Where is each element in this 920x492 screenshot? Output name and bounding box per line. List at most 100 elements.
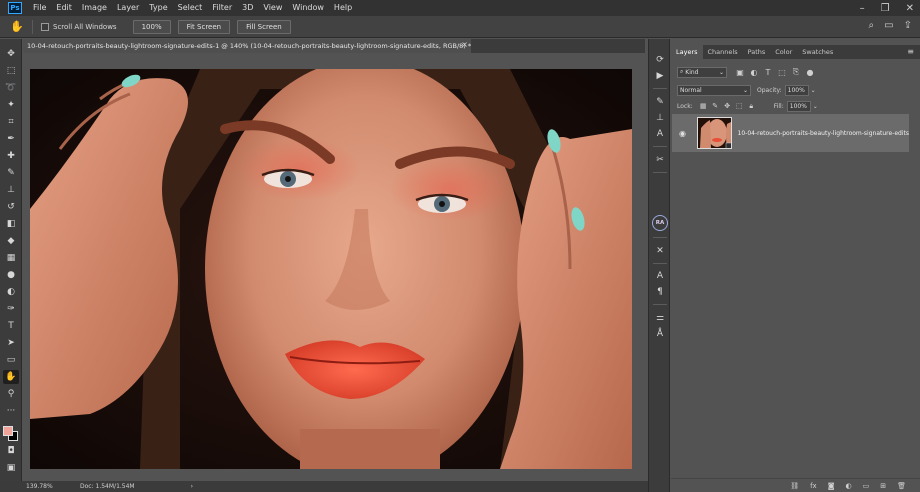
chevron-down-icon[interactable]: ⌄	[813, 103, 818, 110]
healing-icon[interactable]: ✚	[3, 149, 19, 163]
menu-view[interactable]: View	[258, 0, 287, 16]
scroll-all-windows-checkbox[interactable]	[41, 22, 49, 31]
fit-screen-button[interactable]: Fit Screen	[177, 19, 231, 34]
crop-icon[interactable]: ⌗	[3, 115, 19, 129]
menu-layer[interactable]: Layer	[112, 0, 144, 16]
mask-icon[interactable]: ◙	[828, 482, 835, 490]
tab-color[interactable]: Color	[770, 45, 797, 59]
pen-icon[interactable]: ✑	[3, 302, 19, 316]
status-menu-arrow[interactable]: ›	[191, 483, 193, 490]
layer-name[interactable]: 10-04-retouch-portraits-beauty-lightroom…	[738, 130, 909, 137]
menu-help[interactable]: Help	[329, 0, 357, 16]
document-tab[interactable]: 10-04-retouch-portraits-beauty-lightroom…	[23, 39, 471, 53]
menu-3d[interactable]: 3D	[237, 0, 258, 16]
screen-mode-icon[interactable]: ▣	[3, 461, 19, 475]
menu-select[interactable]: Select	[173, 0, 208, 16]
character-style-icon[interactable]: A	[652, 127, 668, 141]
paragraph-icon[interactable]: ¶	[652, 285, 668, 299]
adjustment-icon[interactable]: ◐	[846, 482, 852, 490]
zoom-icon[interactable]: ⚲	[3, 387, 19, 401]
adjustment-filter-icon[interactable]: ◐	[749, 67, 759, 77]
blur-icon[interactable]: ●	[3, 268, 19, 282]
tab-layers[interactable]: Layers	[671, 45, 703, 59]
link-icon[interactable]: ⛓	[790, 482, 799, 490]
group-icon[interactable]: ▭	[863, 482, 870, 490]
menu-file[interactable]: File	[28, 0, 51, 16]
tab-swatches[interactable]: Swatches	[797, 45, 838, 59]
lock-all-icon[interactable]: 🔒︎	[747, 102, 756, 111]
lasso-icon[interactable]: ➰	[3, 81, 19, 95]
move-icon[interactable]: ✥	[3, 47, 19, 61]
lock-transparent-icon[interactable]: ▦	[699, 102, 708, 111]
hand-tool-preset-icon[interactable]: ✋	[10, 20, 24, 34]
menu-window[interactable]: Window	[287, 0, 329, 16]
zoom-level[interactable]: 139.78%	[26, 483, 72, 490]
paint-bucket-icon[interactable]: ◆	[3, 234, 19, 248]
filter-toggle-icon[interactable]: ●	[805, 67, 815, 77]
eyedropper-icon[interactable]: ✒	[3, 132, 19, 146]
more-icon[interactable]: ···	[3, 404, 19, 418]
minimize-icon[interactable]: –	[860, 3, 865, 14]
tab-paths[interactable]: Paths	[743, 45, 771, 59]
kind-label: Kind	[685, 68, 699, 76]
character-icon[interactable]: A	[652, 269, 668, 283]
workspace-icon[interactable]: ▭	[884, 20, 893, 31]
foreground-color-swatch[interactable]	[3, 426, 13, 436]
path-select-icon[interactable]: ➤	[3, 336, 19, 350]
properties-icon[interactable]: ✕	[652, 244, 668, 258]
blend-mode-select[interactable]: Normal ⌄	[677, 84, 751, 96]
lock-artboard-icon[interactable]: ⬚	[735, 102, 744, 111]
portrait-photo[interactable]	[30, 69, 632, 469]
eraser-icon[interactable]: ◧	[3, 217, 19, 231]
adjustments-icon[interactable]: ⚌	[652, 311, 668, 325]
layer-row[interactable]: ◉ 10-04-retouch-portraits-beauty-lightro…	[672, 114, 909, 152]
divider	[653, 146, 667, 147]
clone-stamp-icon[interactable]: ⊥	[3, 183, 19, 197]
lock-position-icon[interactable]: ✥	[723, 102, 732, 111]
shape-filter-icon[interactable]: ⬚	[777, 67, 787, 77]
chevron-down-icon[interactable]: ⌄	[811, 87, 816, 94]
glyphs-icon[interactable]: Å	[652, 327, 668, 341]
pixel-filter-icon[interactable]: ▣	[735, 67, 745, 77]
hand-icon[interactable]: ✋	[3, 370, 19, 384]
type-filter-icon[interactable]: T	[763, 67, 773, 77]
magic-wand-icon[interactable]: ✦	[3, 98, 19, 112]
smart-object-filter-icon[interactable]: ⎘	[791, 67, 801, 77]
dodge-icon[interactable]: ◐	[3, 285, 19, 299]
menu-image[interactable]: Image	[77, 0, 112, 16]
eye-icon[interactable]: ◉	[679, 129, 690, 138]
shape-icon[interactable]: ▭	[3, 353, 19, 367]
history-brush-icon[interactable]: ↺	[3, 200, 19, 214]
fx-icon[interactable]: fx	[810, 482, 817, 490]
panel-menu-icon[interactable]: ≡	[907, 47, 914, 56]
zoom-100-button[interactable]: 100%	[132, 19, 171, 34]
close-tab-icon[interactable]: ×	[461, 40, 468, 49]
brush-icon[interactable]: ✎	[3, 166, 19, 180]
history-panel-icon[interactable]: ⟳	[652, 53, 668, 67]
menu-type[interactable]: Type	[144, 0, 172, 16]
type-icon[interactable]: T	[3, 319, 19, 333]
marquee-icon[interactable]: ⬚	[3, 64, 19, 78]
restore-icon[interactable]: ❐	[881, 3, 890, 14]
kind-filter-select[interactable]: ⌕ Kind ⌄	[677, 66, 727, 78]
search-icon[interactable]: ⌕	[869, 20, 875, 31]
plugin-badge-icon[interactable]: RA	[652, 215, 668, 231]
lock-image-icon[interactable]: ✎	[711, 102, 720, 111]
tool-presets-icon[interactable]: ✂	[652, 153, 668, 167]
quick-mask-icon[interactable]: ◘	[3, 444, 19, 458]
opacity-field[interactable]: 100%	[784, 84, 809, 96]
menu-filter[interactable]: Filter	[207, 0, 237, 16]
brush-settings-icon[interactable]: ✎	[652, 95, 668, 109]
share-icon[interactable]: ⇪	[904, 20, 912, 31]
fill-field[interactable]: 100%	[786, 100, 811, 112]
new-layer-icon[interactable]: ⊞	[880, 482, 886, 490]
tab-channels[interactable]: Channels	[703, 45, 743, 59]
canvas-area[interactable]	[23, 53, 645, 481]
trash-icon[interactable]: 🗑︎	[897, 482, 906, 490]
menu-edit[interactable]: Edit	[51, 0, 77, 16]
close-icon[interactable]: ✕	[906, 3, 914, 14]
actions-panel-icon[interactable]: ▶	[652, 69, 668, 83]
gradient-icon[interactable]: ▦	[3, 251, 19, 265]
fill-screen-button[interactable]: Fill Screen	[237, 19, 291, 34]
clone-source-icon[interactable]: ⊥	[652, 111, 668, 125]
